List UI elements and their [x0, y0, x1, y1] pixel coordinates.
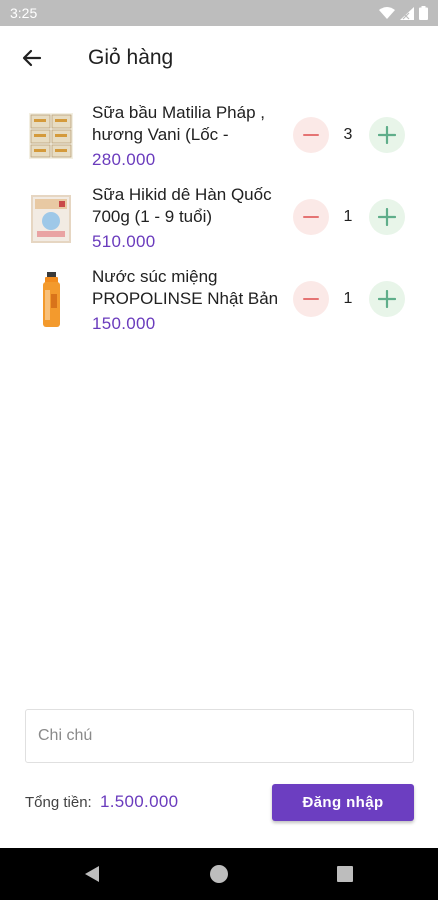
plus-icon: [378, 208, 396, 226]
cart-item[interactable]: Sữa Hikid dê Hàn Quốc 700g (1 - 9 tuổi) …: [0, 182, 438, 264]
cart-item[interactable]: Nước súc miệng PROPOLINSE Nhật Bản 150.0…: [0, 264, 438, 346]
minus-icon: [303, 215, 319, 219]
decrease-quantity-button[interactable]: [293, 117, 329, 153]
wifi-icon: [379, 6, 395, 19]
minus-icon: [303, 133, 319, 137]
product-image: [27, 190, 75, 246]
triangle-back-icon[interactable]: [83, 865, 101, 883]
decrease-quantity-button[interactable]: [293, 199, 329, 235]
quantity-value: 1: [343, 208, 353, 225]
item-name: Sữa bầu Matilia Pháp , hương Vani (Lốc -: [92, 103, 265, 144]
arrow-left-icon: [22, 49, 42, 67]
app-bar: Giỏ hàng: [0, 26, 438, 94]
product-image: [27, 108, 75, 164]
plus-icon: [378, 126, 396, 144]
circle-home-icon[interactable]: [210, 865, 228, 883]
item-price: 280.000: [92, 150, 156, 169]
minus-icon: [303, 297, 319, 301]
product-image: [27, 272, 75, 328]
item-name: Sữa Hikid dê Hàn Quốc 700g (1 - 9 tuổi): [92, 185, 272, 226]
status-icons: [379, 6, 428, 20]
status-bar: 3:25: [0, 0, 438, 26]
increase-quantity-button[interactable]: [369, 199, 405, 235]
decrease-quantity-button[interactable]: [293, 281, 329, 317]
page-title: Giỏ hàng: [88, 46, 174, 69]
note-input[interactable]: [25, 709, 414, 763]
increase-quantity-button[interactable]: [369, 117, 405, 153]
item-price: 510.000: [92, 232, 156, 251]
item-price: 150.000: [92, 314, 156, 333]
total-label: Tổng tiền:: [25, 794, 92, 811]
system-nav-bar: [0, 848, 438, 900]
signal-icon: [400, 6, 414, 20]
cart-list: Sữa bầu Matilia Pháp , hương Vani (Lốc -…: [0, 100, 438, 346]
login-button[interactable]: Đăng nhập: [272, 784, 414, 821]
quantity-value: 3: [343, 126, 353, 143]
plus-icon: [378, 290, 396, 308]
square-recents-icon[interactable]: [337, 866, 353, 882]
battery-icon: [419, 6, 428, 20]
back-button[interactable]: [14, 40, 50, 76]
increase-quantity-button[interactable]: [369, 281, 405, 317]
quantity-value: 1: [343, 290, 353, 307]
item-name: Nước súc miệng PROPOLINSE Nhật Bản: [92, 267, 279, 308]
status-time: 3:25: [10, 5, 38, 21]
cart-item[interactable]: Sữa bầu Matilia Pháp , hương Vani (Lốc -…: [0, 100, 438, 182]
total-value: 1.500.000: [100, 792, 179, 811]
